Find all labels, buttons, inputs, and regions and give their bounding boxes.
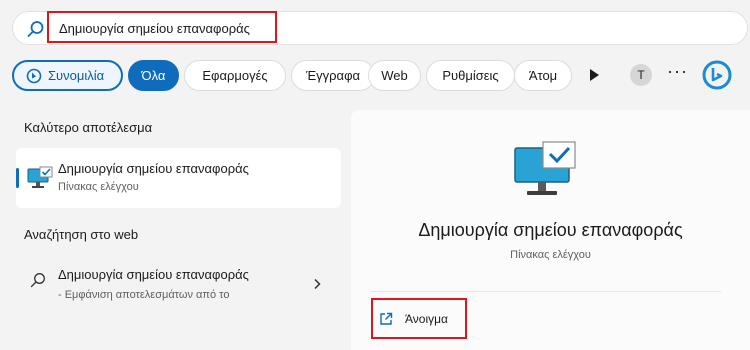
web-search-subtitle: - Εμφάνιση αποτελεσμάτων από το <box>58 289 230 301</box>
tab-apps[interactable]: Εφαρμογές <box>184 60 286 91</box>
detail-subtitle: Πίνακας ελέγχου <box>510 249 591 261</box>
search-icon <box>30 273 45 288</box>
open-label: Άνοιγμα <box>405 312 448 326</box>
more-icon[interactable]: ··· <box>667 61 688 82</box>
tab-settings[interactable]: Ρυθμίσεις <box>426 60 515 91</box>
best-match-title: Δημιουργία σημείου επαναφοράς <box>58 161 249 176</box>
best-match-heading: Καλύτερο αποτέλεσμα <box>24 120 153 135</box>
web-search-title: Δημιουργία σημείου επαναφοράς <box>58 267 249 282</box>
tab-all[interactable]: Όλα <box>128 60 179 91</box>
open-button[interactable]: Άνοιγμα <box>373 300 489 340</box>
search-bar[interactable] <box>12 11 748 45</box>
chevron-right-icon[interactable] <box>312 278 322 290</box>
web-search-heading: Αναζήτηση στο web <box>24 227 139 242</box>
filter-bar: Συνομιλία Όλα Εφαρμογές Έγγραφα Web Ρυθμ… <box>12 60 750 92</box>
bing-icon[interactable] <box>701 59 733 91</box>
selection-indicator <box>16 168 19 188</box>
search-icon <box>27 21 44 37</box>
bing-chat-icon <box>26 68 42 84</box>
detail-title: Δημιουργία σημείου επαναφοράς <box>418 220 683 240</box>
chat-label: Συνομιλία <box>48 68 105 83</box>
detail-pane: Δημιουργία σημείου επαναφοράς Πίνακας ελ… <box>351 110 750 350</box>
tab-documents[interactable]: Έγγραφα <box>291 60 375 91</box>
divider <box>371 291 721 292</box>
search-input[interactable] <box>49 13 289 43</box>
open-external-icon <box>380 312 393 325</box>
monitor-check-icon <box>514 141 576 195</box>
monitor-check-icon <box>27 166 53 188</box>
tab-people[interactable]: Άτομ <box>514 60 572 91</box>
best-match-item[interactable]: Δημιουργία σημείου επαναφοράς Πίνακας ελ… <box>16 148 341 208</box>
scroll-right-icon[interactable] <box>590 69 599 81</box>
avatar[interactable]: T <box>630 64 652 86</box>
best-match-subtitle: Πίνακας ελέγχου <box>58 181 139 193</box>
tab-web[interactable]: Web <box>368 60 421 91</box>
web-search-item[interactable]: Δημιουργία σημείου επαναφοράς - Εμφάνιση… <box>16 258 341 314</box>
chat-button[interactable]: Συνομιλία <box>12 60 123 91</box>
